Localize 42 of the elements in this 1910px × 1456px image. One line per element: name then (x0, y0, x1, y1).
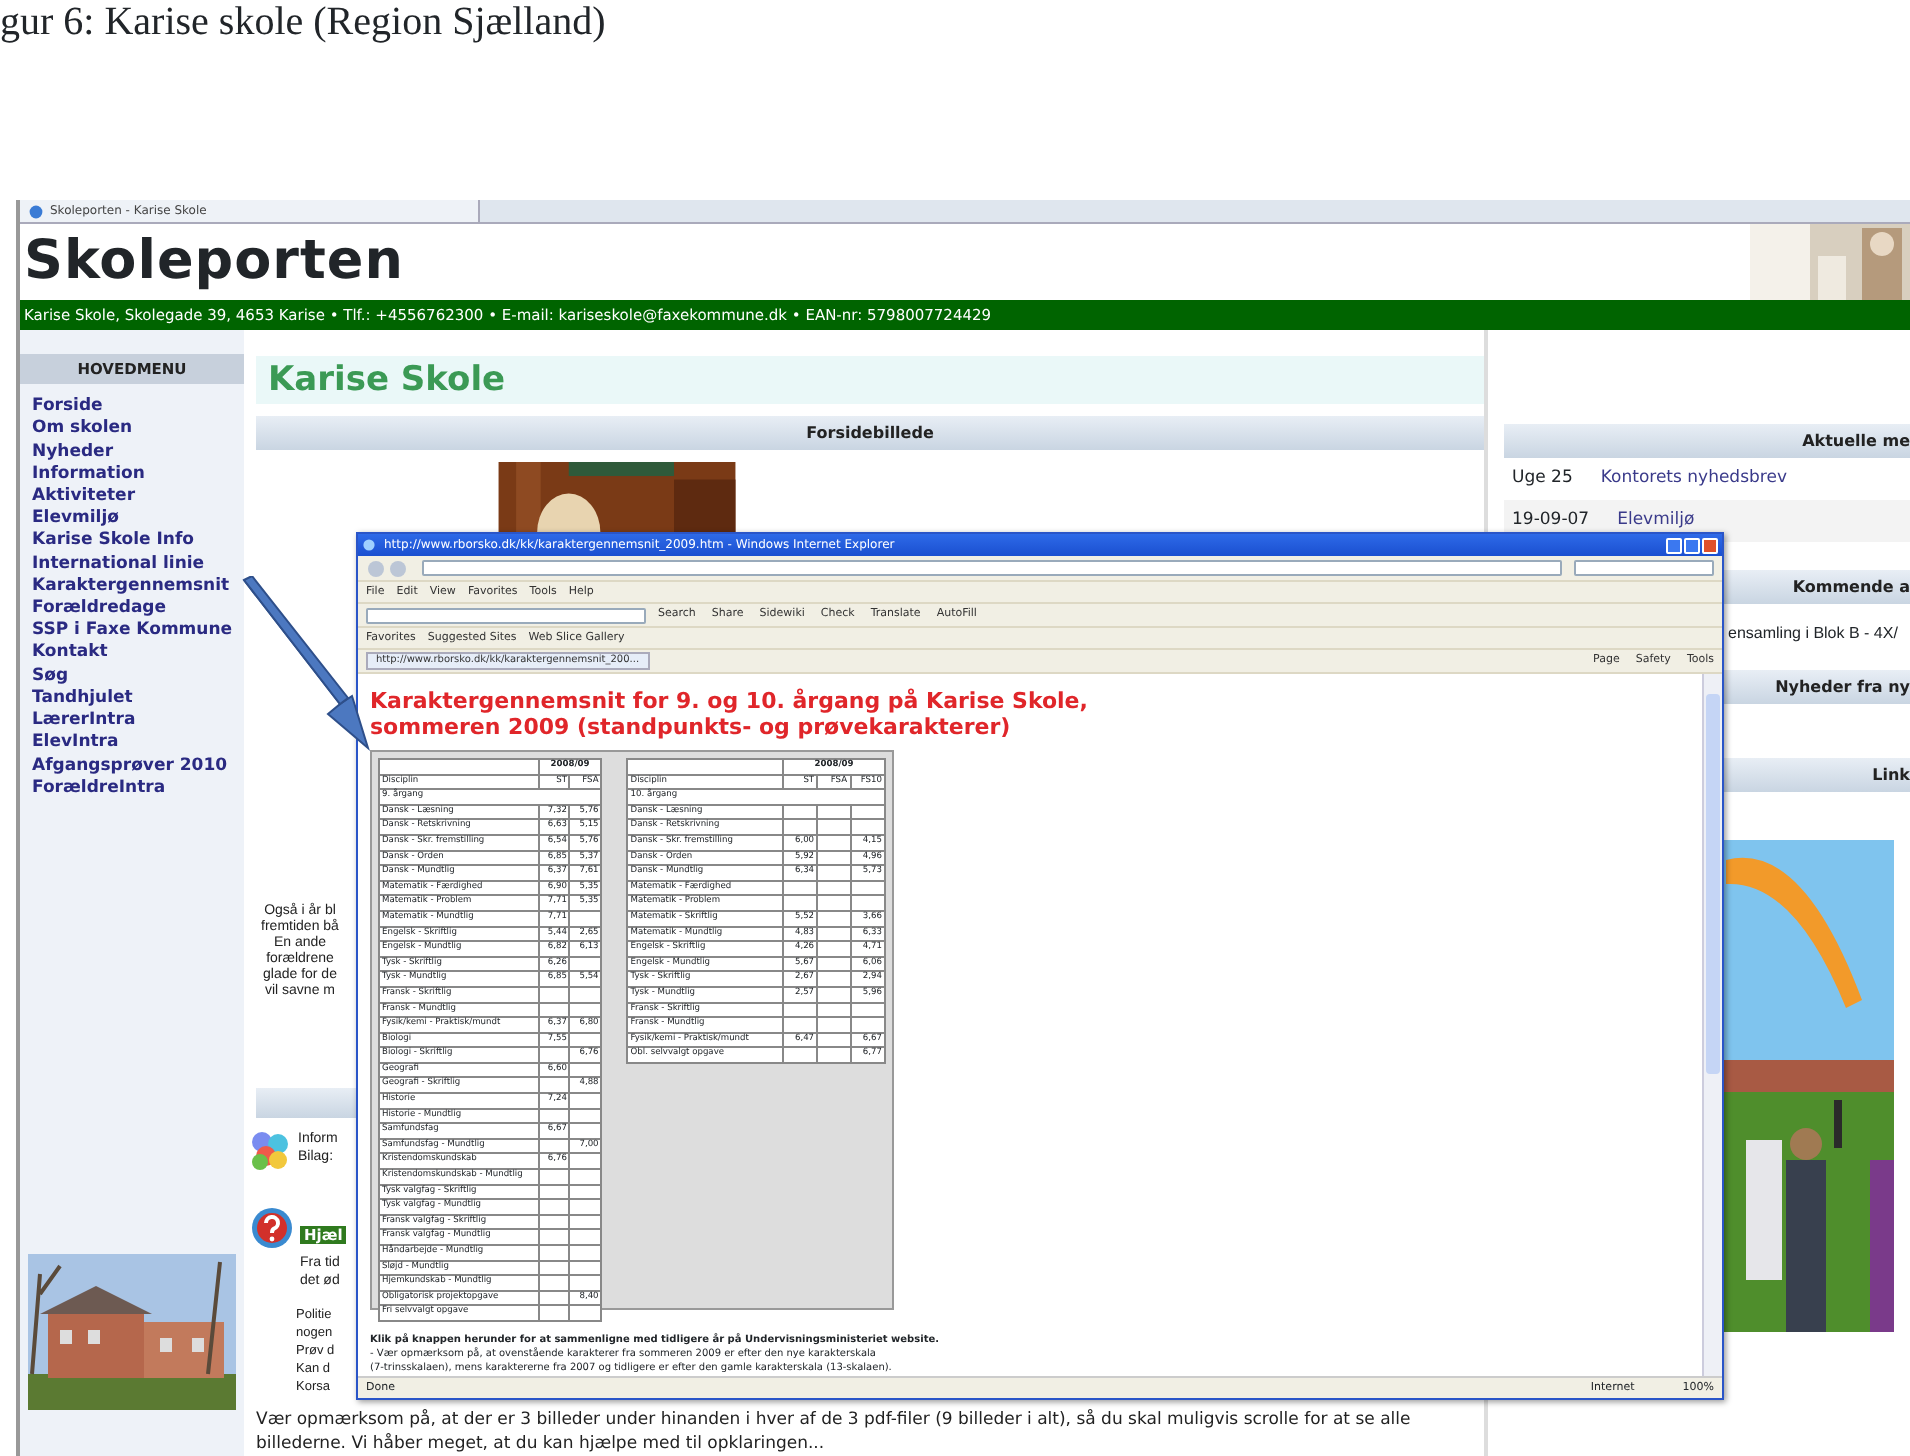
menu-link[interactable]: SSP i Faxe Kommune (20, 620, 244, 643)
help-icon (250, 1206, 294, 1250)
menu-link[interactable]: Aktiviteter (20, 486, 244, 509)
menu-link[interactable]: Forside (20, 396, 244, 419)
section-header: Aktuelle me (1504, 424, 1910, 458)
section-header: Forsidebillede (256, 416, 1484, 450)
search-field[interactable] (1574, 560, 1714, 576)
menu-link[interactable]: ForældreIntra (20, 777, 244, 800)
browser-icon (28, 203, 44, 219)
menu-link[interactable]: LærerIntra (20, 710, 244, 733)
menu-link[interactable]: ElevIntra (20, 732, 244, 755)
menu-link[interactable]: Søg (20, 665, 244, 688)
menu-link[interactable]: Information (20, 463, 244, 487)
menu-link[interactable]: Elevmiljø (20, 508, 244, 531)
news-link[interactable]: Elevmiljø (1617, 507, 1695, 533)
browser-icon (362, 538, 376, 552)
menu-link[interactable]: Kontakt (20, 642, 244, 666)
figure-caption: gur 6: Karise skole (Region Sjælland) (0, 0, 608, 44)
scrollbar[interactable] (1702, 674, 1722, 1376)
menu-link[interactable]: Afgangsprøver 2010 (20, 755, 244, 778)
google-search-field[interactable] (366, 607, 646, 623)
minimize-button[interactable] (1666, 537, 1682, 553)
maximize-button[interactable] (1684, 537, 1700, 553)
news-link[interactable]: Kontorets nyhedsbrev (1600, 466, 1787, 492)
site-logo: Skoleporten (22, 227, 404, 296)
back-forward-icon (366, 559, 410, 577)
notice-text: Vær opmærksom på, at der er 3 billeder under hinanden i hver af de 3 pdf-filer (9 billeder i alt), så du skal muligvis scrolle for at se alle billederne. Vi håber meget, at du kan hjælpe med til opklaringen... (256, 1408, 1413, 1456)
menu-link[interactable]: Nyheder (20, 441, 244, 464)
close-button[interactable] (1702, 537, 1718, 553)
balloons-icon (250, 1130, 290, 1174)
menu-link[interactable]: Karaktergennemsnit (20, 575, 244, 599)
menu-link[interactable]: International linie (20, 553, 244, 576)
news-date: Uge 25 (1512, 466, 1573, 492)
event-text: ensamling i Blok B - 4X/ (1728, 621, 1898, 645)
page-heading: Karaktergennemsnit for 9. og 10. årgang på Karise Skole, sommeren 2009 (standpunkts- og prøvekarakterer) (370, 690, 1090, 740)
address-field[interactable] (422, 560, 1562, 576)
menu-link[interactable]: Om skolen (20, 418, 244, 442)
menu-link[interactable]: Forældredage (20, 598, 244, 621)
news-date: 19-09-07 (1512, 507, 1590, 533)
menu-link[interactable]: Karise Skole Info (20, 530, 244, 554)
page-title: Karise Skole (256, 356, 1484, 404)
menu-link[interactable]: Tandhjulet (20, 687, 244, 711)
